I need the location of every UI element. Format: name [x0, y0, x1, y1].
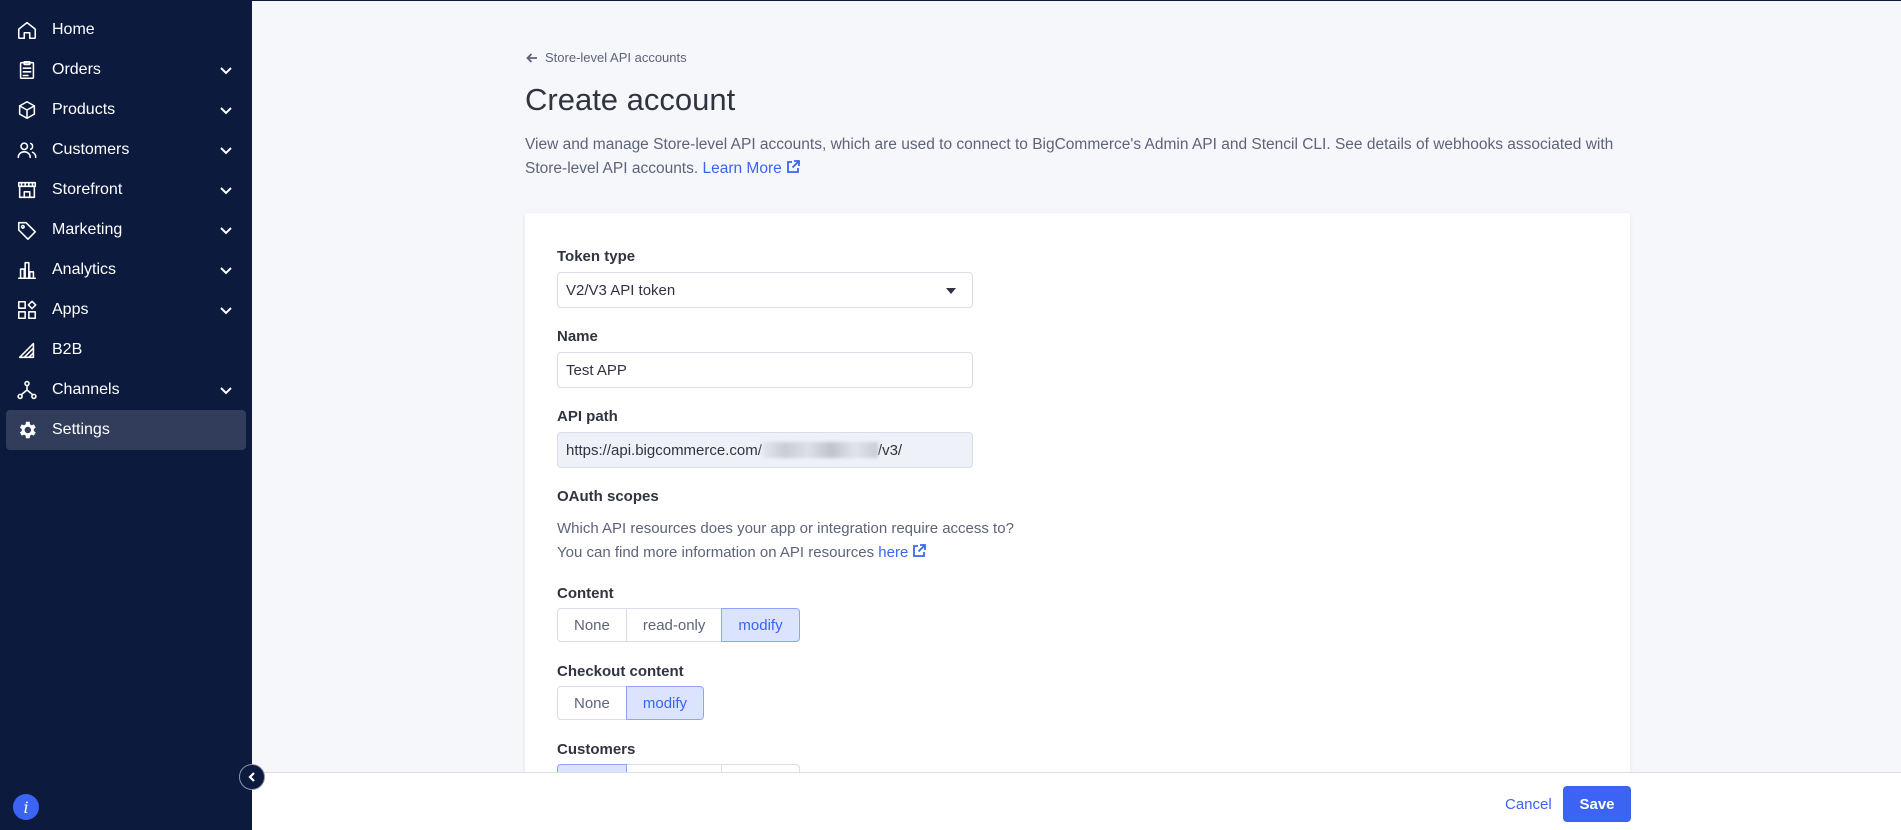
- info-icon: i: [23, 797, 29, 817]
- save-button[interactable]: Save: [1563, 786, 1631, 822]
- channels-icon: [16, 379, 38, 401]
- caret-down-icon: [946, 288, 956, 294]
- name-input[interactable]: Test APP: [557, 352, 973, 388]
- settings-icon: [16, 419, 38, 441]
- sidebar-item-analytics[interactable]: Analytics: [6, 250, 246, 290]
- storefront-icon: [16, 179, 38, 201]
- info-button[interactable]: i: [13, 794, 39, 820]
- top-divider: [252, 0, 1901, 1]
- marketing-icon: [16, 219, 38, 241]
- customers-icon: [16, 139, 38, 161]
- sidebar-item-label: Marketing: [52, 221, 123, 238]
- external-link-icon: [786, 158, 800, 173]
- chevron-down-icon[interactable]: [218, 62, 234, 78]
- oauth-help-line-2: You can find more information on API res…: [557, 544, 875, 561]
- sidebar-item-customers[interactable]: Customers: [6, 130, 246, 170]
- analytics-icon: [16, 259, 38, 281]
- sidebar-item-label: Home: [52, 21, 95, 38]
- sidebar-item-label: Orders: [52, 61, 101, 78]
- api-path-field[interactable]: https://api.bigcommerce.com/ /v3/: [557, 432, 973, 468]
- form-footer: Cancel Save: [252, 772, 1901, 830]
- scope-content-modify[interactable]: modify: [721, 608, 800, 642]
- page-description: View and manage Store-level API accounts…: [525, 133, 1625, 181]
- external-link-icon: [912, 542, 927, 557]
- chevron-down-icon[interactable]: [218, 262, 234, 278]
- description-text: View and manage Store-level API accounts…: [525, 136, 1614, 177]
- chevron-down-icon[interactable]: [218, 102, 234, 118]
- scope-checkout-content-modify[interactable]: modify: [625, 686, 705, 720]
- sidebar-item-label: Apps: [52, 301, 89, 318]
- sidebar-item-orders[interactable]: Orders: [6, 50, 246, 90]
- collapse-sidebar-button[interactable]: [239, 764, 265, 790]
- page-title: Create account: [525, 82, 736, 117]
- oauth-help-line-1: Which API resources does your app or int…: [557, 520, 1014, 537]
- api-path-prefix: https://api.bigcommerce.com/: [566, 441, 762, 459]
- sidebar-item-settings[interactable]: Settings: [6, 410, 246, 450]
- chevron-left-icon: [248, 772, 255, 782]
- oauth-scopes-label: OAuth scopes: [557, 488, 659, 505]
- apps-icon: [16, 299, 38, 321]
- arrow-left-icon: [526, 52, 537, 63]
- oauth-help-text: Which API resources does your app or int…: [557, 517, 1014, 565]
- sidebar-item-label: B2B: [52, 341, 83, 358]
- scope-content-toggle: None read-only modify: [557, 608, 800, 642]
- home-icon: [16, 19, 38, 41]
- sidebar-item-label: Customers: [52, 141, 130, 158]
- sidebar-item-label: Products: [52, 101, 116, 118]
- sidebar-item-home[interactable]: Home: [6, 10, 246, 50]
- breadcrumb-link[interactable]: Store-level API accounts: [545, 50, 687, 65]
- sidebar-item-label: Storefront: [52, 181, 123, 198]
- scope-checkout-content-toggle: None modify: [557, 686, 705, 720]
- learn-more-link[interactable]: Learn More: [702, 158, 800, 177]
- scope-checkout-content-none[interactable]: None: [557, 686, 627, 720]
- chevron-down-icon[interactable]: [218, 142, 234, 158]
- products-icon: [16, 99, 38, 121]
- chevron-down-icon[interactable]: [218, 382, 234, 398]
- create-account-form-card: Token type V2/V3 API token Name Test APP…: [525, 213, 1630, 813]
- sidebar-item-marketing[interactable]: Marketing: [6, 210, 246, 250]
- chevron-down-icon[interactable]: [218, 222, 234, 238]
- name-value: Test APP: [566, 361, 627, 379]
- learn-more-label: Learn More: [702, 160, 782, 177]
- chevron-down-icon[interactable]: [218, 302, 234, 318]
- breadcrumb[interactable]: Store-level API accounts: [526, 50, 687, 65]
- sidebar: Home Orders Products Customers Storefron…: [0, 0, 252, 830]
- redacted-store-hash: [761, 442, 878, 458]
- sidebar-item-label: Settings: [52, 421, 110, 438]
- token-type-select[interactable]: V2/V3 API token: [557, 272, 973, 308]
- token-type-label: Token type: [557, 248, 636, 265]
- scope-customers-label: Customers: [557, 741, 636, 758]
- b2b-icon: [16, 339, 38, 361]
- name-label: Name: [557, 328, 598, 345]
- token-type-value: V2/V3 API token: [566, 281, 676, 299]
- sidebar-item-label: Channels: [52, 381, 120, 398]
- chevron-down-icon[interactable]: [218, 182, 234, 198]
- scope-content-none[interactable]: None: [557, 608, 627, 642]
- scope-checkout-content-label: Checkout content: [557, 663, 684, 680]
- sidebar-item-products[interactable]: Products: [6, 90, 246, 130]
- sidebar-item-storefront[interactable]: Storefront: [6, 170, 246, 210]
- scope-content-label: Content: [557, 585, 614, 602]
- api-resources-link-label: here: [878, 544, 909, 561]
- orders-icon: [16, 59, 38, 81]
- api-path-suffix: /v3/: [877, 441, 903, 459]
- sidebar-item-label: Analytics: [52, 261, 117, 278]
- sidebar-item-b2b[interactable]: B2B: [6, 330, 246, 370]
- cancel-button[interactable]: Cancel: [1491, 787, 1566, 821]
- sidebar-nav: Home Orders Products Customers Storefron…: [0, 0, 252, 450]
- sidebar-item-channels[interactable]: Channels: [6, 370, 246, 410]
- sidebar-item-apps[interactable]: Apps: [6, 290, 246, 330]
- api-path-label: API path: [557, 408, 618, 425]
- api-resources-link[interactable]: here: [878, 542, 927, 561]
- scope-content-read-only[interactable]: read-only: [625, 608, 723, 642]
